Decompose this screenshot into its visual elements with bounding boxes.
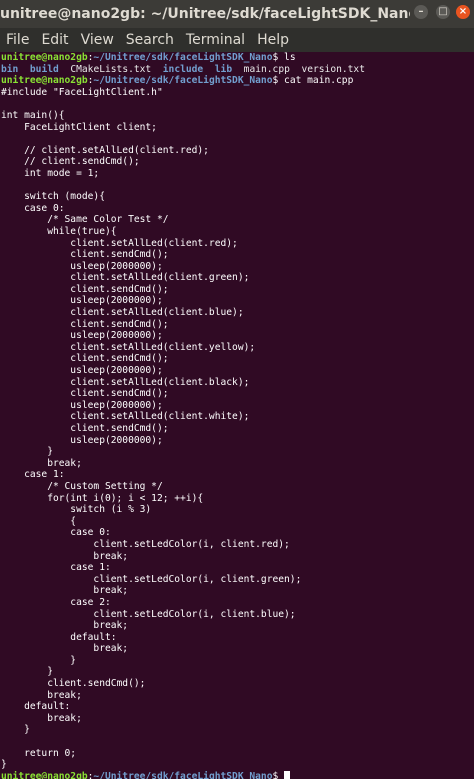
code-line: client.setAllLed(client.black);: [1, 376, 250, 388]
code-line: client.setAllLed(client.yellow);: [1, 341, 256, 353]
code-line: case 1:: [1, 562, 111, 574]
code-line: switch (i % 3): [1, 504, 152, 516]
terminal-output[interactable]: unitree@nano2gb:~/Unitree/sdk/faceLightS…: [0, 52, 474, 779]
code-line: break;: [1, 712, 82, 724]
command-text: cat main.cpp: [284, 75, 354, 87]
ls-dir: include: [162, 63, 204, 75]
code-line: while(true){: [1, 225, 117, 237]
code-line: client.sendCmd();: [1, 318, 169, 330]
code-line: client.setLedColor(i, client.green);: [1, 573, 302, 585]
code-line: }: [1, 654, 77, 666]
terminal-window: unitree@nano2gb: ~/Unitree/sdk/faceLight…: [0, 0, 474, 779]
prompt-user: unitree@nano2gb: [1, 52, 88, 63]
menu-search[interactable]: Search: [120, 28, 180, 52]
prompt-end: $: [272, 52, 285, 63]
menu-terminal[interactable]: Terminal: [180, 28, 251, 52]
code-line: break;: [1, 585, 129, 597]
menu-bar: File Edit View Search Terminal Help: [0, 28, 474, 52]
code-line: // client.sendCmd();: [1, 156, 140, 168]
code-line: #include "FaceLightClient.h": [1, 86, 163, 98]
code-line: default:: [1, 701, 71, 713]
code-line: FaceLightClient client;: [1, 121, 157, 133]
ls-output-line: bin build CMakeLists.txt include lib mai…: [1, 64, 474, 76]
code-line: usleep(2000000);: [1, 260, 163, 272]
code-block: #include "FaceLightClient.h" int main(){ …: [1, 87, 474, 771]
code-line: client.sendCmd();: [1, 388, 169, 400]
code-line: client.setAllLed(client.blue);: [1, 307, 244, 319]
code-line: case 2:: [1, 596, 111, 608]
code-line: client.setAllLed(client.white);: [1, 411, 250, 423]
code-line: client.setLedColor(i, client.red);: [1, 538, 290, 550]
code-line: switch (mode){: [1, 191, 105, 203]
prompt-line-2: unitree@nano2gb:~/Unitree/sdk/faceLightS…: [1, 75, 474, 87]
code-line: return 0;: [1, 747, 77, 759]
code-line: }: [1, 759, 7, 771]
prompt-end: $: [272, 770, 285, 779]
code-line: int mode = 1;: [1, 167, 100, 179]
menu-edit[interactable]: Edit: [35, 28, 74, 52]
code-line: break;: [1, 550, 129, 562]
prompt-path: ~/Unitree/sdk/faceLightSDK_Nano: [93, 52, 273, 63]
ls-file: CMakeLists.txt: [70, 63, 152, 75]
code-line: break;: [1, 457, 82, 469]
code-line: usleep(2000000);: [1, 434, 163, 446]
code-line: for(int i(0); i < 12; ++i){: [1, 492, 204, 504]
code-line: usleep(2000000);: [1, 295, 163, 307]
command-text: ls: [284, 52, 296, 63]
ls-dir: lib: [214, 63, 233, 75]
menu-file[interactable]: File: [0, 28, 35, 52]
close-icon[interactable]: ×: [456, 5, 470, 19]
maximize-icon[interactable]: □: [436, 5, 450, 19]
code-line: usleep(2000000);: [1, 330, 163, 342]
prompt-end: $: [272, 75, 285, 87]
prompt-user: unitree@nano2gb: [1, 770, 88, 779]
code-line: }: [1, 446, 53, 458]
menu-help[interactable]: Help: [251, 28, 295, 52]
code-line: client.sendCmd();: [1, 353, 169, 365]
code-line: {: [1, 515, 77, 527]
code-line: client.sendCmd();: [1, 678, 146, 690]
code-line: case 0:: [1, 202, 65, 214]
ls-dir: bin: [1, 63, 19, 75]
code-line: usleep(2000000);: [1, 399, 163, 411]
ls-file: version.txt: [301, 63, 365, 75]
code-line: client.setAllLed(client.green);: [1, 272, 250, 284]
code-line: /* Same Color Test */: [1, 214, 169, 226]
code-line: /* Custom Setting */: [1, 480, 163, 492]
text-cursor: [284, 770, 291, 779]
code-line: // client.setAllLed(client.red);: [1, 144, 209, 156]
code-line: client.setLedColor(i, client.blue);: [1, 608, 296, 620]
code-line: }: [1, 724, 30, 736]
code-line: client.sendCmd();: [1, 423, 169, 434]
prompt-path: ~/Unitree/sdk/faceLightSDK_Nano: [93, 770, 273, 779]
code-line: break;: [1, 689, 82, 701]
code-line: break;: [1, 620, 129, 632]
title-bar[interactable]: unitree@nano2gb: ~/Unitree/sdk/faceLight…: [0, 0, 474, 28]
code-line: case 1:: [1, 469, 65, 481]
code-line: }: [1, 666, 53, 678]
prompt-line-1: unitree@nano2gb:~/Unitree/sdk/faceLightS…: [1, 52, 474, 64]
menu-view[interactable]: View: [75, 28, 120, 52]
code-line: client.sendCmd();: [1, 283, 169, 295]
code-line: default:: [1, 631, 117, 643]
ls-file: main.cpp: [243, 63, 290, 75]
prompt-path: ~/Unitree/sdk/faceLightSDK_Nano: [93, 75, 273, 87]
prompt-user: unitree@nano2gb: [1, 75, 88, 87]
code-line: case 0:: [1, 527, 111, 539]
window-title: unitree@nano2gb: ~/Unitree/sdk/faceLight…: [0, 6, 410, 22]
ls-dir: build: [29, 63, 59, 75]
minimize-icon[interactable]: –: [414, 5, 428, 19]
code-line: break;: [1, 643, 129, 655]
code-line: client.sendCmd();: [1, 249, 169, 261]
prompt-line-3: unitree@nano2gb:~/Unitree/sdk/faceLightS…: [1, 770, 474, 779]
code-line: int main(){: [1, 109, 65, 121]
code-line: client.setAllLed(client.red);: [1, 237, 238, 249]
code-line: usleep(2000000);: [1, 365, 163, 377]
